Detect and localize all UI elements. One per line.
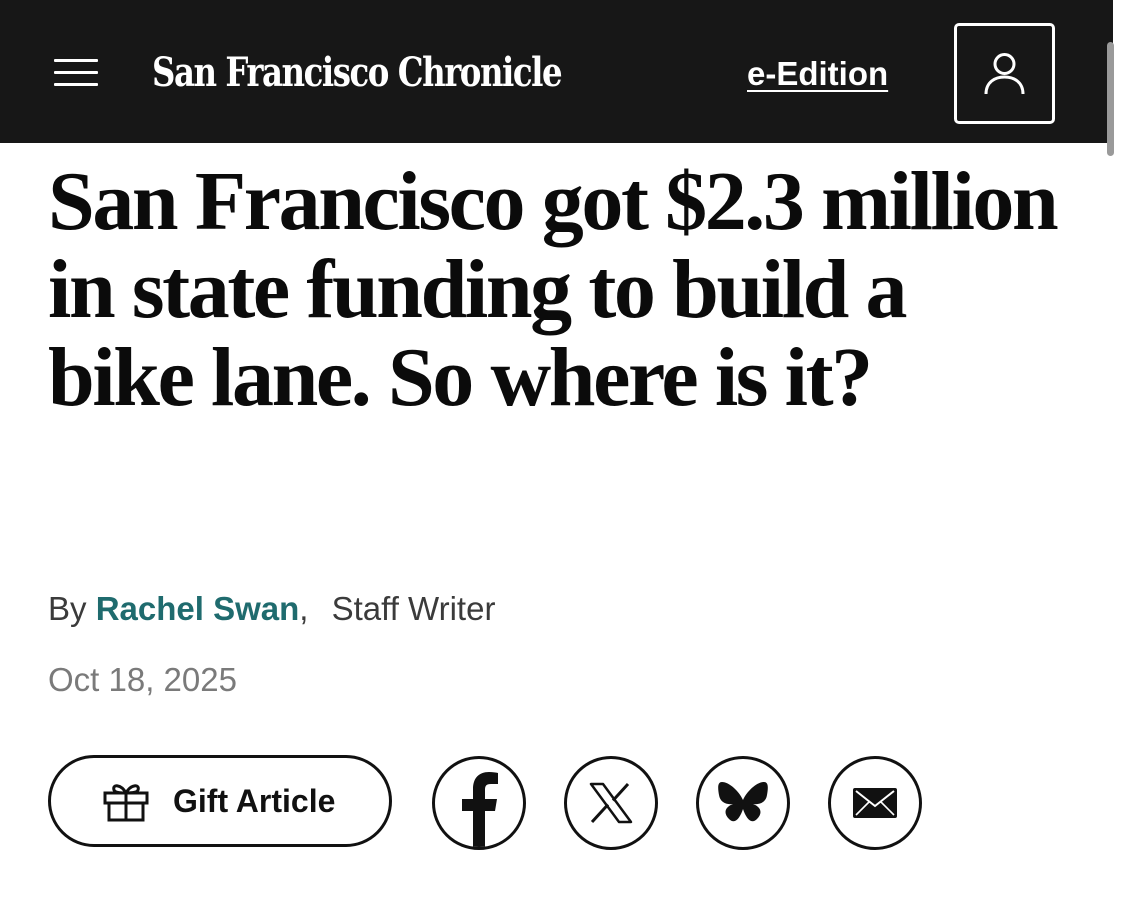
scrollbar[interactable] <box>1107 42 1114 156</box>
byline: By Rachel Swan, Staff Writer <box>48 586 495 632</box>
byline-separator: , <box>299 590 309 627</box>
site-header: San Francisco Chronicle e-Edition <box>0 0 1113 143</box>
article-headline: San Francisco got $2.3 million in state … <box>48 155 1059 424</box>
facebook-icon <box>462 772 498 847</box>
hamburger-menu-icon-line <box>54 83 98 86</box>
user-account-icon <box>984 53 1025 95</box>
gift-article-label: Gift Article <box>173 783 336 819</box>
hamburger-menu-icon <box>54 59 98 62</box>
publish-date: Oct 18, 2025 <box>48 661 237 698</box>
gift-article-button[interactable]: Gift Article <box>48 755 392 847</box>
share-x-button[interactable] <box>564 756 658 850</box>
bluesky-butterfly-icon <box>718 782 768 822</box>
gift-icon <box>103 784 149 822</box>
hamburger-menu-icon-line <box>54 71 98 74</box>
menu-button[interactable] <box>50 54 102 92</box>
x-icon <box>589 782 633 824</box>
share-bluesky-button[interactable] <box>696 756 790 850</box>
site-logo[interactable]: San Francisco Chronicle <box>152 44 563 102</box>
author-link[interactable]: Rachel Swan <box>96 590 300 627</box>
e-edition-link[interactable]: e-Edition <box>747 52 888 96</box>
author-role: Staff Writer <box>331 590 496 627</box>
share-email-button[interactable] <box>828 756 922 850</box>
byline-prefix: By <box>48 590 87 627</box>
share-facebook-button[interactable] <box>432 756 526 850</box>
account-button[interactable] <box>954 23 1055 124</box>
envelope-icon <box>853 788 897 818</box>
